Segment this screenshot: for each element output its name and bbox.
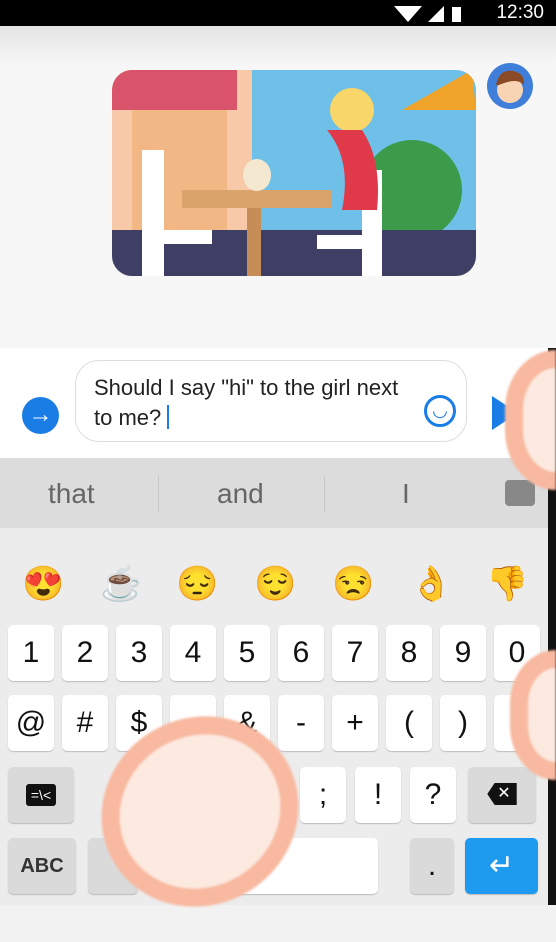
sticker-image[interactable] bbox=[112, 70, 476, 276]
period-key[interactable]: . bbox=[410, 838, 454, 894]
text-caret bbox=[167, 405, 170, 429]
status-bar: 12:30 bbox=[0, 0, 556, 26]
message-input[interactable]: Should I say "hi" to the girl next to me… bbox=[75, 360, 467, 442]
key-exclamation[interactable]: ! bbox=[355, 767, 401, 823]
suggestion-bar: that and I bbox=[0, 458, 548, 528]
key-3[interactable]: 3 bbox=[116, 625, 162, 681]
suggestion-i[interactable]: I bbox=[402, 478, 410, 510]
key-1[interactable]: 1 bbox=[8, 625, 54, 681]
key-5[interactable]: 5 bbox=[224, 625, 270, 681]
key-6[interactable]: 6 bbox=[278, 625, 324, 681]
suggestion-that[interactable]: that bbox=[48, 478, 95, 510]
expand-arrow-button[interactable]: → bbox=[22, 397, 59, 434]
backspace-icon: ✕ bbox=[487, 783, 517, 805]
key-7[interactable]: 7 bbox=[332, 625, 378, 681]
emoji-thumbs-down[interactable]: 👎 bbox=[486, 564, 528, 604]
key-at[interactable]: @ bbox=[8, 695, 54, 751]
key-8[interactable]: 8 bbox=[386, 625, 432, 681]
suggestion-and[interactable]: and bbox=[217, 478, 264, 510]
emoji-icon[interactable]: ◡ bbox=[424, 395, 456, 427]
emoji-relieved[interactable]: 😌 bbox=[254, 564, 296, 604]
key-semicolon[interactable]: ; bbox=[300, 767, 346, 823]
key-hash[interactable]: # bbox=[62, 695, 108, 751]
gif-icon[interactable] bbox=[505, 480, 535, 506]
message-text: Should I say "hi" to the girl next to me… bbox=[94, 375, 399, 430]
enter-icon: ↵ bbox=[488, 849, 515, 882]
key-4[interactable]: 4 bbox=[170, 625, 216, 681]
key-close-paren[interactable]: ) bbox=[440, 695, 486, 751]
avatar[interactable] bbox=[487, 63, 533, 109]
emoji-heart-eyes[interactable]: 😍 bbox=[22, 564, 64, 604]
key-question[interactable]: ? bbox=[410, 767, 456, 823]
key-2[interactable]: 2 bbox=[62, 625, 108, 681]
emoji-ok-hand[interactable]: 👌 bbox=[410, 564, 452, 604]
emoji-pensive[interactable]: 😔 bbox=[176, 564, 218, 604]
clock: 12:30 bbox=[496, 2, 544, 23]
key-plus[interactable]: + bbox=[332, 695, 378, 751]
enter-key[interactable]: ↵ bbox=[465, 838, 538, 894]
emoji-coffee[interactable]: ☕ bbox=[100, 564, 142, 604]
signal-wifi-icons bbox=[394, 6, 461, 22]
cafe-illustration bbox=[112, 70, 476, 276]
more-symbols-key[interactable]: =\< bbox=[8, 767, 74, 823]
more-symbols-label: =\< bbox=[25, 784, 57, 806]
key-minus[interactable]: - bbox=[278, 695, 324, 751]
abc-key[interactable]: ABC bbox=[8, 838, 76, 894]
key-open-paren[interactable]: ( bbox=[386, 695, 432, 751]
backspace-key[interactable]: ✕ bbox=[468, 767, 536, 823]
emoji-unamused[interactable]: 😒 bbox=[332, 564, 374, 604]
key-9[interactable]: 9 bbox=[440, 625, 486, 681]
arrow-right-icon: → bbox=[28, 401, 53, 428]
